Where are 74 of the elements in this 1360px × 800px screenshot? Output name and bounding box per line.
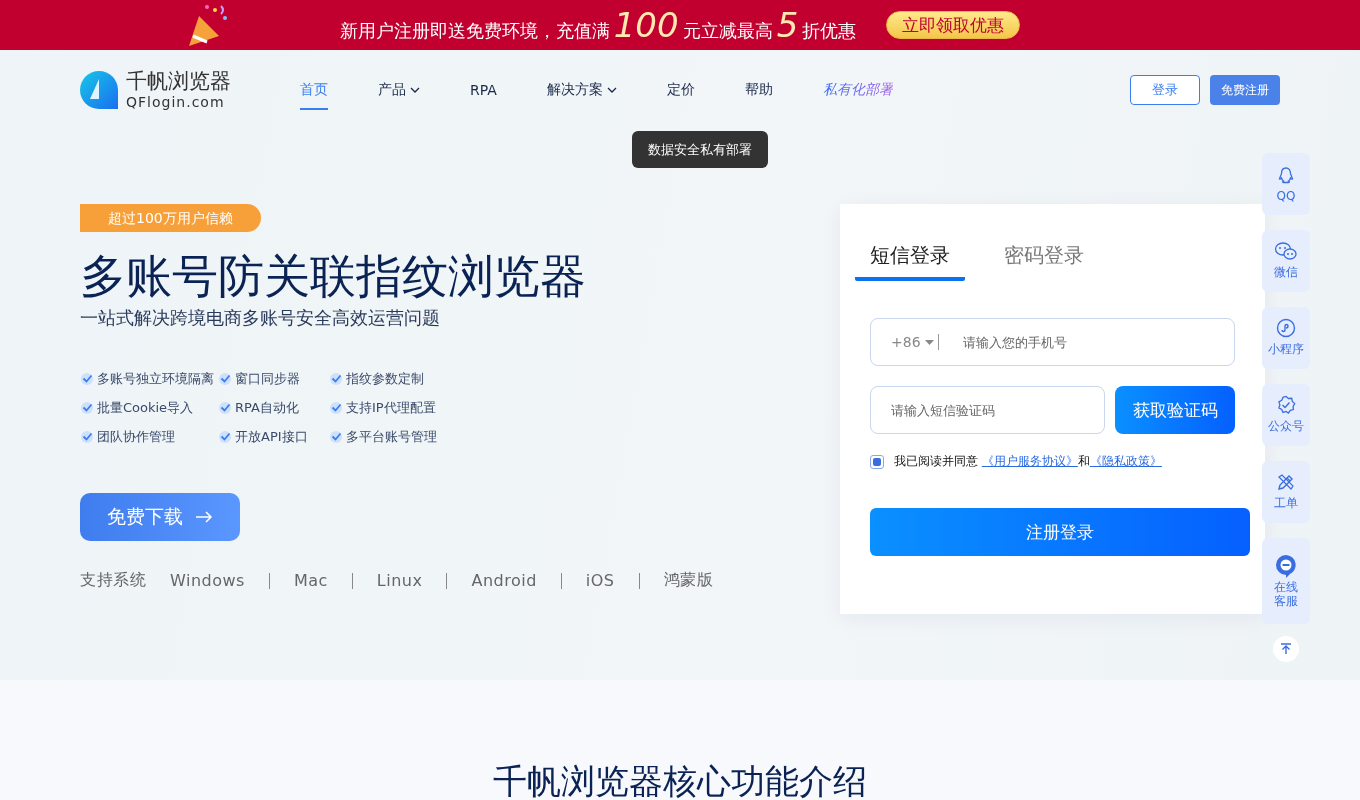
penguin-icon (1276, 165, 1296, 186)
nav-dropdown[interactable]: 解决方案 (546, 70, 617, 110)
register-button[interactable]: 免费注册 (1210, 75, 1280, 105)
feature-text: 团队协作管理 (97, 428, 175, 446)
sail-logo-icon (80, 71, 118, 109)
caret-icon (924, 339, 934, 345)
phone-field[interactable]: +86 请输入您的手机号 (870, 318, 1235, 366)
logo-domain: QFlogin.com (126, 95, 226, 109)
check-icon (329, 401, 343, 415)
link-circle-icon (1276, 318, 1296, 338)
arrow-up-icon (1280, 643, 1292, 655)
feature-text: 多账号独立环境隔离 (97, 370, 214, 388)
caret-icon (606, 87, 617, 93)
chat-bubbles-icon (1274, 241, 1298, 261)
promo-badge: 超过100万用户信赖 (80, 204, 261, 232)
promo-text: 新用户注册即送免费环境，充值满 100 元立减最高 5 折优惠 (339, 5, 857, 45)
nav-link[interactable]: RPA (470, 70, 497, 110)
agreement-checkbox[interactable] (870, 454, 884, 469)
support-button[interactable]: 工单 (1262, 461, 1310, 523)
download-button[interactable]: 免费下载 (80, 493, 240, 541)
pencil-ruler-icon (1276, 472, 1296, 492)
feature-text: 窗口同步器 (235, 370, 300, 388)
hero-subtitle: 一站式解决跨境电商多账号安全高效运营问题 (80, 306, 441, 330)
check-icon (80, 430, 94, 444)
hero-title: 多账号防关联指纹浏览器 (80, 248, 587, 305)
get-code-button[interactable]: 获取验证码 (1115, 386, 1235, 434)
check-icon (218, 372, 232, 386)
platform-link[interactable]: 鸿蒙版 (663, 570, 713, 591)
platform-link[interactable]: Linux (376, 571, 423, 590)
privacy-link[interactable]: 《隐私政策》 (1089, 453, 1162, 470)
support-button[interactable]: 微信 (1262, 230, 1310, 292)
feature-text: RPA自动化 (235, 399, 299, 417)
platform-link[interactable]: Android (471, 571, 537, 590)
platforms-label: 支持系统 (80, 570, 146, 591)
support-button[interactable]: 公众号 (1262, 384, 1310, 446)
check-icon (329, 372, 343, 386)
tooltip: 数据安全私有部署 (632, 131, 768, 168)
badge-check-icon (1276, 395, 1296, 415)
code-field[interactable]: 请输入短信验证码 (870, 386, 1105, 434)
agreement-text: 我已阅读并同意 (894, 453, 978, 470)
feature-text: 批量Cookie导入 (97, 399, 194, 417)
feature-text: 开放API接口 (235, 428, 308, 446)
nav-link[interactable]: 首页 (300, 70, 328, 110)
support-button[interactable]: 在线客服 (1262, 538, 1310, 624)
nav-link[interactable]: 帮助 (744, 70, 773, 110)
check-icon (80, 401, 94, 415)
check-icon (218, 430, 232, 444)
conjunction-text: 和 (1077, 453, 1090, 470)
check-icon (218, 401, 232, 415)
nav-dropdown[interactable]: 产品 (378, 70, 420, 110)
back-to-top-button[interactable] (1273, 636, 1299, 662)
check-icon (80, 372, 94, 386)
section-title: 千帆浏览器核心功能介绍 (492, 762, 868, 800)
terms-link[interactable]: 《用户服务协议》 (981, 453, 1078, 470)
login-button[interactable]: 登录 (1130, 75, 1200, 105)
check-icon (329, 430, 343, 444)
submit-button[interactable]: 注册登录 (870, 508, 1250, 556)
country-code[interactable]: +86 (891, 334, 921, 350)
login-tab[interactable]: 密码登录 (989, 242, 1099, 281)
caret-icon (410, 87, 420, 93)
nav-link[interactable]: 定价 (666, 70, 695, 110)
feature-text: 支持IP代理配置 (346, 399, 436, 417)
claim-offer-button[interactable]: 立即领取优惠 (886, 11, 1021, 39)
logo-name: 千帆浏览器 (126, 71, 231, 92)
platform-link[interactable]: Windows (170, 571, 245, 590)
login-tab[interactable]: 短信登录 (855, 242, 965, 281)
platform-link[interactable]: iOS (585, 571, 615, 590)
feature-text: 指纹参数定制 (346, 370, 424, 388)
platform-link[interactable]: Mac (293, 571, 328, 590)
feature-text: 多平台账号管理 (346, 428, 437, 446)
chat-bubble-icon (1275, 553, 1297, 578)
support-button[interactable]: QQ (1262, 153, 1310, 215)
arrow-right-icon (195, 511, 213, 523)
support-button[interactable]: 小程序 (1262, 307, 1310, 369)
